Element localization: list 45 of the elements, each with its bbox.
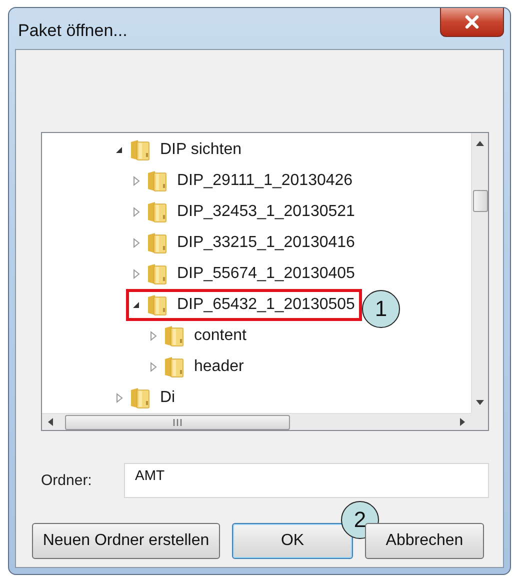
folder-name[interactable]: content	[194, 326, 246, 344]
scroll-left-icon[interactable]	[48, 418, 53, 426]
collapsed-arrow-icon[interactable]	[150, 330, 156, 340]
folder-icon	[147, 170, 167, 192]
folder-label: Ordner:	[41, 472, 93, 489]
folder-icon	[164, 324, 184, 346]
collapsed-arrow-icon[interactable]	[132, 238, 140, 248]
folder-icon	[147, 200, 167, 222]
expanded-arrow-icon[interactable]	[132, 300, 140, 308]
close-button[interactable]	[440, 8, 504, 37]
folder-icon	[130, 386, 150, 408]
folder-name[interactable]: DIP_29111_1_20130426	[177, 172, 353, 190]
close-icon	[464, 15, 480, 29]
collapsed-arrow-icon[interactable]	[116, 392, 122, 402]
folder-name[interactable]: Di	[160, 388, 176, 406]
dialog-button[interactable]: Abbrechen	[365, 523, 484, 559]
window-title: Paket öffnen...	[18, 20, 128, 40]
dialog-button[interactable]: OK	[232, 523, 353, 559]
folder-name[interactable]: DIP sichten	[160, 140, 242, 158]
folder-icon	[130, 138, 150, 160]
folder-icon	[147, 262, 167, 284]
dialog-button[interactable]: Neuen Ordner erstellen	[32, 523, 220, 559]
folder-name[interactable]: DIP_33215_1_20130416	[177, 234, 355, 252]
collapsed-arrow-icon[interactable]	[150, 362, 156, 372]
collapsed-arrow-icon[interactable]	[132, 176, 140, 186]
grip-icon	[173, 418, 182, 426]
scroll-thumb[interactable]	[65, 414, 290, 430]
folder-name[interactable]: DIP_55674_1_20130405	[177, 264, 355, 282]
folder-input[interactable]: AMT	[124, 463, 489, 498]
folder-name[interactable]: DIP_32453_1_20130521	[177, 202, 355, 220]
scroll-up-icon[interactable]	[476, 141, 484, 146]
collapsed-arrow-icon[interactable]	[132, 206, 140, 216]
scroll-thumb[interactable]	[472, 190, 488, 212]
expanded-arrow-icon[interactable]	[115, 146, 123, 154]
collapsed-arrow-icon[interactable]	[132, 268, 140, 278]
scroll-right-icon[interactable]	[460, 418, 465, 426]
folder-name[interactable]: header	[194, 358, 244, 376]
folder-name[interactable]: DIP_65432_1_20130505	[177, 296, 355, 314]
folder-icon	[164, 356, 184, 378]
folder-icon	[147, 294, 167, 316]
callout-number: 1	[362, 290, 400, 328]
horizontal-scrollbar[interactable]	[42, 413, 471, 430]
scroll-down-icon[interactable]	[476, 400, 484, 405]
vertical-scrollbar[interactable]	[471, 133, 488, 413]
folder-icon	[147, 232, 167, 254]
